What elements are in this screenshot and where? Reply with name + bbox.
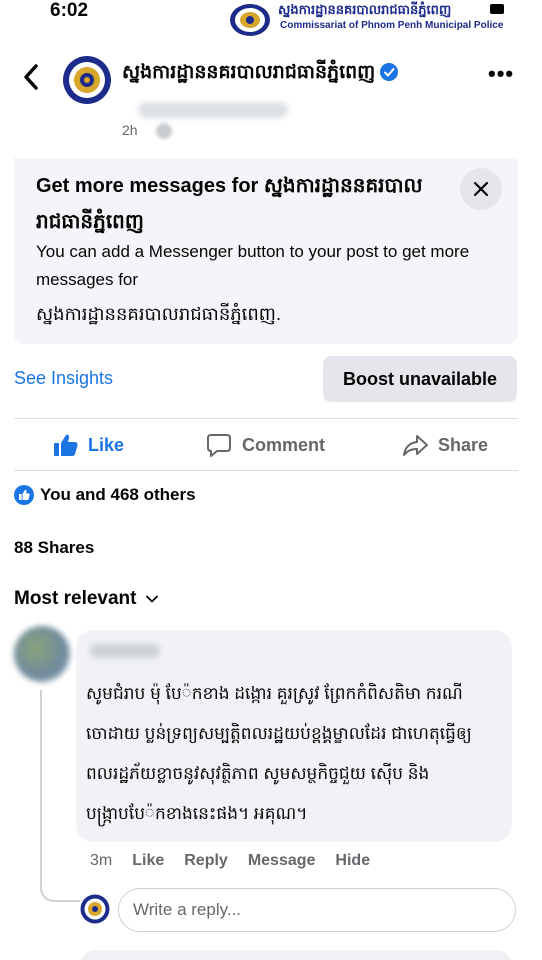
divider <box>14 418 518 419</box>
comment-button[interactable]: Comment <box>206 430 325 460</box>
watermark-title-en: Commissariat of Phnom Penh Municipal Pol… <box>280 20 504 31</box>
thumbs-up-icon <box>54 434 78 456</box>
commenter-avatar[interactable] <box>14 626 70 682</box>
comment-hide-link[interactable]: Hide <box>335 852 370 870</box>
sort-label: Most relevant <box>14 588 137 609</box>
reactions-summary[interactable]: You and 468 others <box>14 485 196 505</box>
police-seal-icon <box>230 4 270 36</box>
page-avatar[interactable] <box>62 55 112 105</box>
promo-body-page: ស្នងការដ្ឋាននគរបាលរាជធានីភ្នំពេញ. <box>36 304 281 324</box>
reply-avatar <box>80 894 110 924</box>
share-button[interactable]: Share <box>402 430 488 460</box>
audience-icon <box>156 123 172 139</box>
comment-actions: 3m Like Reply Message Hide <box>90 852 370 870</box>
promo-body-text: You can add a Messenger button to your p… <box>36 242 470 289</box>
page-name[interactable]: ស្នងការដ្ឋាននគរបាលរាជធានីភ្នំពេញ <box>122 60 375 88</box>
close-promo-button[interactable] <box>460 168 502 210</box>
comment-sort-dropdown[interactable]: Most relevant <box>14 588 159 610</box>
reactions-text: You and 468 others <box>40 485 196 504</box>
police-watermark: ស្នងការដ្ឋាននគរបាលរាជធានីភ្នំពេញ Commiss… <box>228 0 528 38</box>
promo-title: Get more messages for ស្នងការដ្ឋាននគរបាល… <box>36 168 436 240</box>
post-time: 2h <box>122 122 138 138</box>
more-horizontal-icon[interactable]: ••• <box>488 63 514 85</box>
like-label: Like <box>88 434 125 455</box>
reply-input[interactable] <box>118 888 516 932</box>
share-label: Share <box>438 434 489 455</box>
share-arrow-icon <box>403 435 428 456</box>
see-insights-link[interactable]: See Insights <box>14 368 113 389</box>
comment-label: Comment <box>242 434 326 455</box>
promo-body: You can add a Messenger button to your p… <box>36 238 476 328</box>
status-bar: 6:02 ស្នងការដ្ឋាននគរបាលរាជធានីភ្នំពេញ Co… <box>0 0 542 40</box>
boost-unavailable-button[interactable]: Boost unavailable <box>323 356 517 402</box>
comment-message-link[interactable]: Message <box>248 852 316 870</box>
commenter-name-blurred[interactable] <box>90 644 160 658</box>
status-time: 6:02 <box>50 0 89 21</box>
comment-bubble: សូមជំរាប ម៉ុ បែ៉កខាង ដង្កោរ គួរស្រូវ ព្រ… <box>76 630 512 842</box>
posted-by-blurred <box>138 102 288 118</box>
battery-icon <box>490 4 504 14</box>
like-reaction-icon <box>14 485 34 505</box>
comment-reply-link[interactable]: Reply <box>184 852 228 870</box>
chevron-down-icon <box>146 595 159 603</box>
watermark-title-km: ស្នងការដ្ឋាននគរបាលរាជធានីភ្នំពេញ <box>278 2 452 17</box>
promo-title-prefix: Get more messages for <box>36 175 259 197</box>
divider <box>14 470 518 471</box>
comment-time: 3m <box>90 852 113 869</box>
messenger-promo-card: Get more messages for ស្នងការដ្ឋាននគរបាល… <box>14 158 518 344</box>
reply-thread-line <box>40 690 80 902</box>
comment-text: សូមជំរាប ម៉ុ បែ៉កខាង ដង្កោរ គួរស្រូវ ព្រ… <box>86 684 472 823</box>
next-comment-bubble <box>80 950 512 960</box>
shares-count[interactable]: 88 Shares <box>14 538 94 558</box>
comment-bubble-icon <box>207 434 231 457</box>
verified-badge-icon <box>380 63 398 81</box>
comment-like-link[interactable]: Like <box>132 852 164 870</box>
close-icon <box>473 181 489 197</box>
chevron-left-icon[interactable] <box>20 62 42 92</box>
like-button[interactable]: Like <box>54 430 124 460</box>
